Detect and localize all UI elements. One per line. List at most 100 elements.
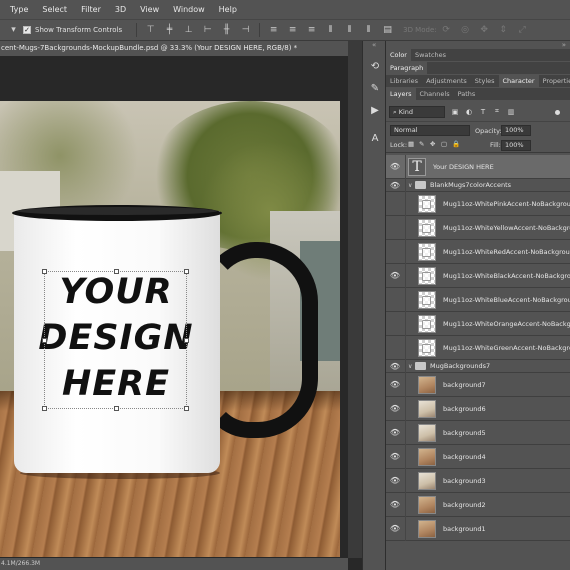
type-filter-icon[interactable]: T [478,106,488,117]
layer-row[interactable]: 👁 Mug11oz-WhiteOrangeAccent-NoBackground [386,312,570,336]
visibility-eye-icon[interactable]: 👁 [390,361,400,371]
document-tab[interactable]: cent-Mugs-7Backgrounds-MockupBundle.psd … [0,41,362,56]
menu-view[interactable]: View [133,5,166,14]
auto-align-icon[interactable]: ▤ [382,25,393,36]
distribute-top-icon[interactable]: ≡ [268,25,279,36]
menu-filter[interactable]: Filter [74,5,108,14]
3d-pan-icon[interactable]: ✥ [479,25,490,36]
align-hcenter-icon[interactable]: ╫ [221,25,232,36]
layer-row[interactable]: 👁 Mug11oz-WhiteBlueAccent-NoBackground [386,288,570,312]
transform-bounding-box[interactable] [42,269,189,411]
layer-row[interactable]: 👁 background7 [386,373,570,397]
transform-handle[interactable] [184,269,189,274]
menu-window[interactable]: Window [166,5,212,14]
chevron-down-icon[interactable]: ∨ [408,179,412,192]
visibility-eye-icon[interactable]: 👁 [390,499,400,509]
actions-icon[interactable]: ▶ [368,103,382,117]
align-left-icon[interactable]: ⊢ [202,25,213,36]
layer-row[interactable]: 👁 background4 [386,445,570,469]
tab-adjustments[interactable]: Adjustments [422,75,471,87]
visibility-eye-icon[interactable]: 👁 [390,270,400,280]
blend-mode-select[interactable]: Normal [390,125,470,136]
visibility-eye-icon[interactable]: 👁 [390,246,400,256]
layer-row[interactable]: 👁 background5 [386,421,570,445]
menu-select[interactable]: Select [35,5,74,14]
layer-row[interactable]: 👁 background2 [386,493,570,517]
document-canvas[interactable]: YOUR DESIGN HERE [0,101,340,557]
tab-color[interactable]: Color [386,49,411,61]
layer-row[interactable]: 👁 Mug11oz-WhiteGreenAccent-NoBackground [386,336,570,360]
pixel-filter-icon[interactable]: ▣ [450,106,460,117]
transform-handle[interactable] [42,338,47,343]
visibility-eye-icon[interactable]: 👁 [390,180,400,190]
visibility-eye-icon[interactable]: 👁 [390,427,400,437]
history-icon[interactable]: ⟲ [368,59,382,73]
align-right-icon[interactable]: ⊣ [240,25,251,36]
fill-input[interactable]: 100% [501,140,531,151]
layer-row[interactable]: 👁 Mug11oz-WhitePinkAccent-NoBackground [386,192,570,216]
visibility-eye-icon[interactable]: 👁 [390,451,400,461]
transform-handle[interactable] [184,338,189,343]
distribute-hcenter-icon[interactable]: ⦀ [344,25,355,36]
tab-paragraph[interactable]: Paragraph [386,62,428,74]
3d-roll-icon[interactable]: ◎ [460,25,471,36]
brush-presets-icon[interactable]: ✎ [368,81,382,95]
layer-row[interactable]: 👁 background1 [386,517,570,541]
3d-scale-icon[interactable]: ⤢ [517,25,528,36]
menu-help[interactable]: Help [212,5,244,14]
tab-properties[interactable]: Properties [539,75,570,87]
lock-artboard-icon[interactable]: ▢ [441,140,447,148]
shape-filter-icon[interactable]: ⌗ [492,106,502,117]
layer-row[interactable]: 👁 Mug11oz-WhiteRedAccent-NoBackground [386,240,570,264]
visibility-eye-icon[interactable]: 👁 [390,198,400,208]
collapse-icon[interactable]: « [372,41,376,49]
tab-channels[interactable]: Channels [416,88,454,100]
character-icon[interactable]: A [368,131,382,145]
opacity-input[interactable]: 100% [501,125,531,136]
tab-libraries[interactable]: Libraries [386,75,422,87]
dropdown-arrow-icon[interactable]: ▾ [8,25,19,36]
smart-object-filter-icon[interactable]: ▥ [506,106,516,117]
tab-swatches[interactable]: Swatches [411,49,450,61]
show-transform-checkbox[interactable]: ✓ [23,26,31,34]
distribute-bottom-icon[interactable]: ≡ [306,25,317,36]
visibility-eye-icon[interactable]: 👁 [390,403,400,413]
3d-slide-icon[interactable]: ⇕ [498,25,509,36]
transform-handle[interactable] [114,269,119,274]
align-vcenter-icon[interactable]: ╪ [164,25,175,36]
align-top-icon[interactable]: ⊤ [145,25,156,36]
layer-row[interactable]: 👁 background3 [386,469,570,493]
transform-handle[interactable] [42,406,47,411]
chevron-down-icon[interactable]: ∨ [408,360,412,373]
transform-handle[interactable] [42,269,47,274]
layer-group-row[interactable]: 👁 ∨ MugBackgrounds7 [386,360,570,373]
transform-handle[interactable] [114,406,119,411]
visibility-eye-icon[interactable]: 👁 [390,161,400,171]
lock-image-icon[interactable]: ✎ [419,140,424,148]
menu-type[interactable]: Type [0,5,35,14]
visibility-eye-icon[interactable]: 👁 [390,379,400,389]
lock-all-icon[interactable]: 🔒 [452,140,460,148]
layer-row[interactable]: 👁 Mug11oz-WhiteYellowAccent-NoBackground [386,216,570,240]
3d-orbit-icon[interactable]: ⟳ [441,25,452,36]
visibility-eye-icon[interactable]: 👁 [390,342,400,352]
kind-filter-select[interactable]: ⌕ Kind [389,106,445,118]
layer-row[interactable]: 👁 T Your DESIGN HERE [386,155,570,179]
tab-layers[interactable]: Layers [386,88,416,100]
visibility-eye-icon[interactable]: 👁 [390,318,400,328]
visibility-eye-icon[interactable]: 👁 [390,523,400,533]
filter-toggle-icon[interactable] [555,110,560,115]
tab-paths[interactable]: Paths [454,88,480,100]
collapse-icon[interactable]: » [562,41,566,49]
lock-position-icon[interactable]: ✥ [430,140,435,148]
canvas-area[interactable]: YOUR DESIGN HERE [0,56,348,558]
visibility-eye-icon[interactable]: 👁 [390,475,400,485]
visibility-eye-icon[interactable]: 👁 [390,294,400,304]
align-bottom-icon[interactable]: ⊥ [183,25,194,36]
menu-3d[interactable]: 3D [108,5,133,14]
adjustment-filter-icon[interactable]: ◐ [464,106,474,117]
layer-row[interactable]: 👁 background6 [386,397,570,421]
distribute-vcenter-icon[interactable]: ≡ [287,25,298,36]
transform-handle[interactable] [184,406,189,411]
lock-transparent-icon[interactable]: ▦ [408,140,414,148]
